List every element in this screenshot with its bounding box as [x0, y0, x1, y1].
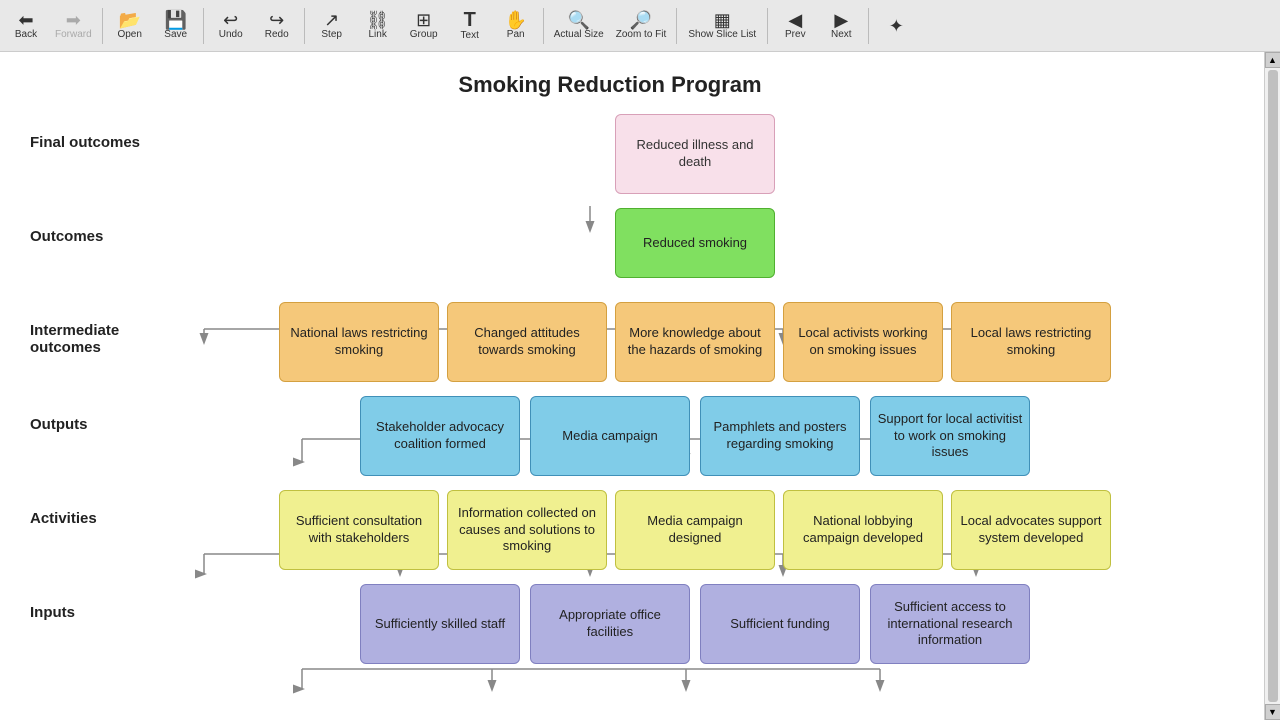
box-reduced-illness[interactable]: Reduced illness and death	[615, 114, 775, 194]
forward-button[interactable]: ➡ Forward	[50, 4, 97, 48]
box-stakeholder-coalition[interactable]: Stakeholder advocacy coalition formed	[360, 396, 520, 476]
diagram-title: Smoking Reduction Program	[30, 72, 1190, 98]
outputs-content: Stakeholder advocacy coalition formed Me…	[200, 396, 1190, 476]
text-icon: T	[464, 10, 476, 30]
prev-icon: ◀	[788, 11, 802, 29]
link-icon: ⛓	[366, 11, 389, 29]
box-local-advocates[interactable]: Local advocates support system developed	[951, 490, 1111, 570]
actual-size-button[interactable]: 🔍 Actual Size	[549, 4, 609, 48]
box-skilled-staff[interactable]: Sufficiently skilled staff	[360, 584, 520, 664]
pan-icon: ✋	[504, 11, 526, 29]
sep7	[868, 8, 869, 44]
group-icon: ⊞	[416, 11, 431, 29]
save-icon: 💾	[164, 11, 186, 29]
box-more-knowledge[interactable]: More knowledge about the hazards of smok…	[615, 302, 775, 382]
back-icon: ⬅	[18, 11, 33, 29]
box-local-activists[interactable]: Local activists working on smoking issue…	[783, 302, 943, 382]
open-icon: 📂	[118, 11, 140, 29]
canvas-area[interactable]: Smoking Reduction Program	[0, 52, 1264, 720]
undo-icon: ↩	[223, 11, 238, 29]
next-icon: ▶	[834, 11, 848, 29]
prev-button[interactable]: ◀ Prev	[773, 4, 817, 48]
inputs-label: Inputs	[30, 584, 200, 621]
save-button[interactable]: 💾 Save	[154, 4, 198, 48]
box-pamphlets[interactable]: Pamphlets and posters regarding smoking	[700, 396, 860, 476]
outcomes-content: Reduced smoking	[200, 208, 1190, 278]
sep3	[304, 8, 305, 44]
show-slice-list-icon: ▦	[714, 11, 731, 29]
intermediate-outcomes-label: Intermediate outcomes	[30, 302, 200, 356]
box-information-collected[interactable]: Information collected on causes and solu…	[447, 490, 607, 570]
box-support-local[interactable]: Support for local activitist to work on …	[870, 396, 1030, 476]
final-outcomes-row: Final outcomes Reduced illness and death	[30, 114, 1190, 194]
undo-button[interactable]: ↩ Undo	[209, 4, 253, 48]
outcomes-label: Outcomes	[30, 208, 200, 245]
extra-icon: ✦	[889, 17, 904, 35]
box-national-laws[interactable]: National laws restricting smoking	[279, 302, 439, 382]
box-media-campaign[interactable]: Media campaign	[530, 396, 690, 476]
toolbar: ⬅ Back ➡ Forward 📂 Open 💾 Save ↩ Undo ↪ …	[0, 0, 1280, 52]
text-button[interactable]: T Text	[448, 4, 492, 48]
box-sufficient-funding[interactable]: Sufficient funding	[700, 584, 860, 664]
sep1	[102, 8, 103, 44]
box-office-facilities[interactable]: Appropriate office facilities	[530, 584, 690, 664]
scrollbar-right[interactable]: ▲ ▼	[1264, 52, 1280, 720]
main-area: Smoking Reduction Program	[0, 52, 1280, 720]
box-research-information[interactable]: Sufficient access to international resea…	[870, 584, 1030, 664]
inputs-row: Inputs Sufficiently skilled staff Approp…	[30, 584, 1190, 664]
final-outcomes-label: Final outcomes	[30, 114, 200, 151]
show-slice-list-button[interactable]: ▦ Show Slice List	[682, 4, 762, 48]
outputs-label: Outputs	[30, 396, 200, 433]
back-button[interactable]: ⬅ Back	[4, 4, 48, 48]
extra-button[interactable]: ✦	[874, 4, 918, 48]
diagram: Smoking Reduction Program	[10, 62, 1210, 684]
intermediate-outcomes-content: National laws restricting smoking Change…	[200, 302, 1190, 382]
redo-icon: ↪	[269, 11, 284, 29]
box-local-laws[interactable]: Local laws restricting smoking	[951, 302, 1111, 382]
scroll-down-arrow[interactable]: ▼	[1265, 704, 1280, 720]
activities-content: Sufficient consultation with stakeholder…	[200, 490, 1190, 570]
pan-button[interactable]: ✋ Pan	[494, 4, 538, 48]
box-changed-attitudes[interactable]: Changed attitudes towards smoking	[447, 302, 607, 382]
activities-row: Activities Sufficient consultation with …	[30, 490, 1190, 570]
forward-icon: ➡	[66, 11, 81, 29]
scroll-up-arrow[interactable]: ▲	[1265, 52, 1280, 68]
outcomes-row: Outcomes Reduced smoking	[30, 208, 1190, 288]
box-reduced-smoking[interactable]: Reduced smoking	[615, 208, 775, 278]
actual-size-icon: 🔍	[567, 11, 589, 29]
sep6	[767, 8, 768, 44]
intermediate-outcomes-row: Intermediate outcomes National laws rest…	[30, 302, 1190, 382]
box-media-campaign-designed[interactable]: Media campaign designed	[615, 490, 775, 570]
zoom-to-fit-icon: 🔎	[630, 11, 652, 29]
outputs-row: Outputs Stakeholder advocacy coalition f…	[30, 396, 1190, 476]
box-sufficient-consultation[interactable]: Sufficient consultation with stakeholder…	[279, 490, 439, 570]
box-national-lobbying[interactable]: National lobbying campaign developed	[783, 490, 943, 570]
inputs-content: Sufficiently skilled staff Appropriate o…	[200, 584, 1190, 664]
sep4	[543, 8, 544, 44]
next-button[interactable]: ▶ Next	[819, 4, 863, 48]
step-button[interactable]: ↗ Step	[310, 4, 354, 48]
sep2	[203, 8, 204, 44]
group-button[interactable]: ⊞ Group	[402, 4, 446, 48]
final-outcomes-content: Reduced illness and death	[200, 114, 1190, 194]
link-button[interactable]: ⛓ Link	[356, 4, 400, 48]
step-icon: ↗	[324, 11, 339, 29]
redo-button[interactable]: ↪ Redo	[255, 4, 299, 48]
activities-label: Activities	[30, 490, 200, 527]
sep5	[676, 8, 677, 44]
open-button[interactable]: 📂 Open	[108, 4, 152, 48]
zoom-to-fit-button[interactable]: 🔎 Zoom to Fit	[611, 4, 672, 48]
scroll-thumb[interactable]	[1268, 70, 1278, 702]
